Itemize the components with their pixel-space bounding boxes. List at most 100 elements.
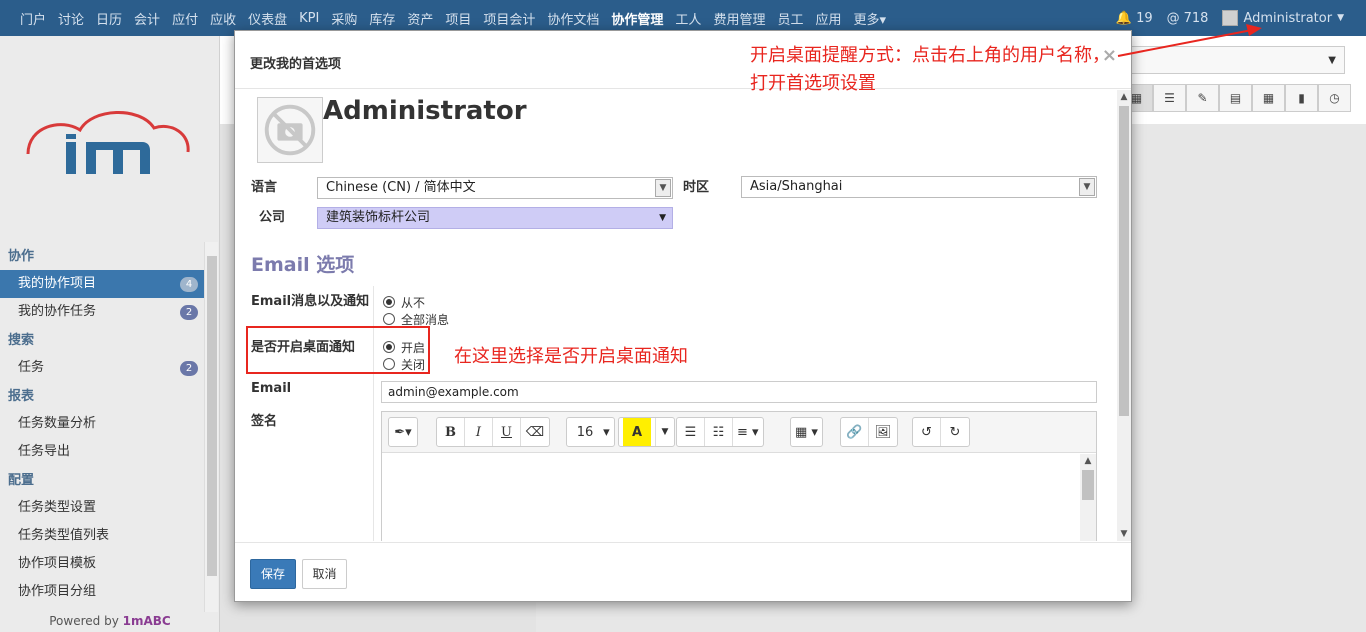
font-size-select[interactable]: 16 ▾ [567, 418, 614, 446]
preferences-dialog: 更改我的首选项 × Administrator 语言 Chinese (CN) … [234, 30, 1132, 602]
graph-view-icon[interactable]: ▮ [1285, 84, 1318, 112]
sidebar-item[interactable]: 任务 2 [0, 354, 204, 382]
calendar-view-icon[interactable]: ▤ [1219, 84, 1252, 112]
topnav-item[interactable]: 协作文档 [547, 9, 599, 28]
view-switcher: ▦ ☰ ✎ ▤ ▦ ▮ ◷ [1120, 84, 1351, 112]
topnav-item[interactable]: KPI [299, 11, 319, 26]
dialog-scrollbar[interactable]: ▲ ▼ [1117, 90, 1131, 541]
topnav-item[interactable]: 工人 [675, 9, 701, 28]
edit-view-icon[interactable]: ✎ [1186, 84, 1219, 112]
dialog-body: Administrator 语言 Chinese (CN) / 简体中文 ▼ 时区… [235, 90, 1117, 541]
sidebar-section-title: 搜索 [8, 333, 35, 348]
topbar-right: 🔔 19 @718 Administrator ▼ [1102, 0, 1344, 36]
company-logo [26, 111, 190, 174]
sidebar-item-label: 协作项目模板 [18, 556, 97, 571]
user-avatar-icon [1222, 10, 1239, 26]
undo-icon[interactable]: ↺ [913, 418, 941, 446]
powered-brand[interactable]: 1mABC [123, 614, 171, 628]
topnav-item[interactable]: 资产 [407, 9, 433, 28]
topnav-item[interactable]: 应用 [815, 9, 841, 28]
topnav-item[interactable]: 会计 [134, 9, 160, 28]
at-icon: @ [1166, 10, 1180, 26]
powered-by: Powered by 1mABC [49, 614, 171, 628]
chevron-up-icon: ▲ [1120, 92, 1128, 102]
sidebar-item-label: 我的协作项目 [18, 276, 97, 291]
topnav-item[interactable]: 员工 [777, 9, 803, 28]
caret-down-icon[interactable]: ▼ [656, 418, 674, 446]
sidebar-item-label: 协作项目分组 [18, 584, 97, 599]
mentions-button[interactable]: @718 [1167, 11, 1209, 26]
topnav-item[interactable]: 应付 [172, 9, 198, 28]
language-label: 语言 [251, 180, 278, 195]
grid-view-icon[interactable]: ▦ [1252, 84, 1285, 112]
caret-down-icon: ▼ [1337, 13, 1344, 23]
underline-icon[interactable]: U [493, 418, 521, 446]
table-icon[interactable]: ▦ ▾ [791, 418, 822, 446]
topnav-item[interactable]: 应收 [210, 9, 236, 28]
sidebar-item-label: 任务类型值列表 [18, 528, 110, 543]
caret-down-icon: ▼ [1328, 55, 1336, 66]
signature-editor: ✒▾ B I U ⌫ 16 ▾ A ▼ ☰ ☷ ≡ ▾ ▦ ▾ 🔗 🖼 ↺ ↻ … [381, 411, 1097, 541]
topnav-item[interactable]: 项目会计 [483, 9, 535, 28]
ordered-list-icon[interactable]: ☷ [705, 418, 733, 446]
sidebar-item[interactable]: 协作项目分组 [0, 578, 204, 606]
align-icon[interactable]: ≡ ▾ [733, 418, 763, 446]
count-badge: 4 [180, 277, 198, 292]
sidebar-item-label: 任务数量分析 [18, 416, 97, 431]
topnav-item[interactable]: 费用管理 [713, 9, 765, 28]
sidebar-item-label: 任务导出 [18, 444, 71, 459]
notifications-button[interactable]: 🔔 19 [1116, 11, 1153, 26]
user-menu-button[interactable]: Administrator ▼ [1222, 10, 1344, 26]
sidebar-item[interactable]: 我的协作项目 4 [0, 270, 204, 298]
bold-icon[interactable]: B [437, 418, 465, 446]
sidebar-item[interactable]: 任务数量分析 [0, 410, 204, 438]
topnav-item[interactable]: 采购 [331, 9, 357, 28]
editor-toolbar: ✒▾ B I U ⌫ 16 ▾ A ▼ ☰ ☷ ≡ ▾ ▦ ▾ 🔗 🖼 ↺ ↻ [382, 412, 1096, 453]
list-view-icon[interactable]: ☰ [1153, 84, 1186, 112]
company-select[interactable]: 建筑装饰标杆公司 ▼ [317, 207, 673, 229]
main-filter-select[interactable]: ▼ [1120, 46, 1345, 74]
clock-view-icon[interactable]: ◷ [1318, 84, 1351, 112]
eraser-icon[interactable]: ⌫ [521, 418, 549, 446]
sidebar-item[interactable]: 任务类型值列表 [0, 522, 204, 550]
sidebar-scrollbar[interactable] [204, 242, 218, 612]
sidebar-item-label: 任务类型设置 [18, 500, 97, 515]
cancel-button[interactable]: 取消 [302, 559, 347, 589]
save-button[interactable]: 保存 [250, 559, 296, 589]
sidebar-item[interactable]: 我的协作任务 2 [0, 298, 204, 326]
picture-icon[interactable]: 🖼 [869, 418, 897, 446]
timezone-select[interactable]: Asia/Shanghai ▼ [741, 176, 1097, 198]
redo-icon[interactable]: ↻ [941, 418, 969, 446]
sidebar-item[interactable]: 协作项目模板 [0, 550, 204, 578]
italic-icon[interactable]: I [465, 418, 493, 446]
chevron-down-icon: ▼ [655, 179, 671, 197]
link-icon[interactable]: 🔗 [841, 418, 869, 446]
topnav-item[interactable]: 项目 [445, 9, 471, 28]
count-badge: 2 [180, 305, 198, 320]
topnav-item[interactable]: 更多▾ [853, 9, 886, 28]
bullet-list-icon[interactable]: ☰ [677, 418, 705, 446]
dialog-title: 更改我的首选项 [250, 57, 342, 72]
user-name-heading: Administrator [323, 96, 527, 126]
notifications-count: 19 [1136, 10, 1153, 26]
email-notif-option-all[interactable]: 全部消息 [383, 311, 449, 327]
bell-icon: 🔔 [1115, 10, 1133, 26]
sidebar-section-title: 配置 [8, 473, 35, 488]
sidebar-item[interactable]: 任务类型设置 [0, 494, 204, 522]
language-select[interactable]: Chinese (CN) / 简体中文 ▼ [317, 177, 673, 199]
count-badge: 2 [180, 361, 198, 376]
topnav-item[interactable]: 日历 [96, 9, 122, 28]
text-color-icon[interactable]: A [619, 418, 656, 446]
email-notif-option-never[interactable]: 从不 [383, 294, 425, 310]
magic-style-icon[interactable]: ✒▾ [389, 418, 417, 446]
topnav-item[interactable]: 讨论 [58, 9, 84, 28]
topnav-item[interactable]: 门户 [20, 9, 46, 28]
topnav-item[interactable]: 协作管理 [611, 9, 663, 28]
email-field[interactable]: admin@example.com [381, 381, 1097, 403]
sidebar-item[interactable]: 任务导出 [0, 438, 204, 466]
topnav-item[interactable]: 仪表盘 [248, 9, 287, 28]
radio-icon [383, 313, 395, 325]
topnav-item[interactable]: 库存 [369, 9, 395, 28]
editor-scrollbar[interactable]: ▲ [1080, 454, 1096, 541]
user-photo[interactable] [257, 97, 323, 163]
